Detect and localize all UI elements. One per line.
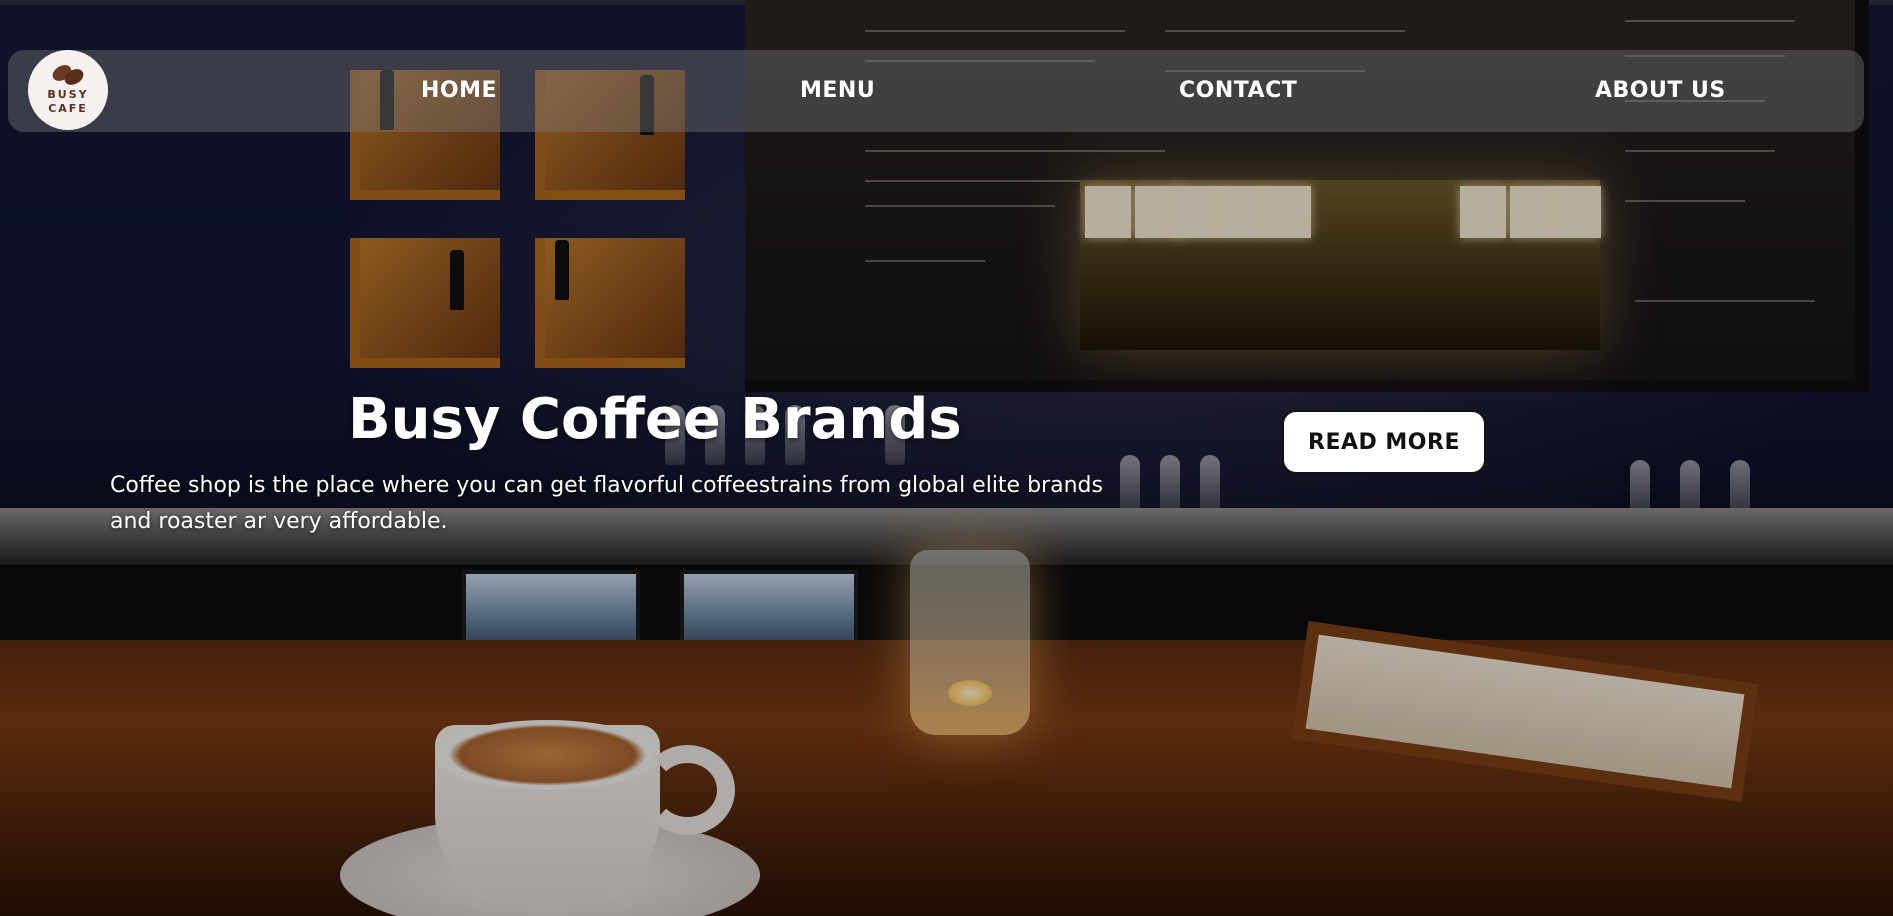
coffee-beans-icon xyxy=(48,60,88,89)
nav-about-us-link[interactable]: ABOUT US xyxy=(1595,78,1726,103)
logo-text-line2: CAFE xyxy=(48,102,88,115)
nav-menu-link[interactable]: MENU xyxy=(800,78,875,103)
hero-section: BUSY CAFE HOME MENU CONTACT ABOUT US Bus… xyxy=(0,0,1893,916)
navbar: BUSY CAFE HOME MENU CONTACT ABOUT US xyxy=(8,50,1864,132)
image-overlay xyxy=(0,0,1893,916)
nav-home-link[interactable]: HOME xyxy=(421,78,497,103)
read-more-button[interactable]: READ MORE xyxy=(1282,410,1486,474)
hero-description: Coffee shop is the place where you can g… xyxy=(110,473,1103,534)
logo[interactable]: BUSY CAFE xyxy=(28,50,108,130)
hero-title: Busy Coffee Brands xyxy=(348,387,962,452)
nav-contact-link[interactable]: CONTACT xyxy=(1179,78,1297,103)
logo-text-line1: BUSY xyxy=(47,88,89,101)
